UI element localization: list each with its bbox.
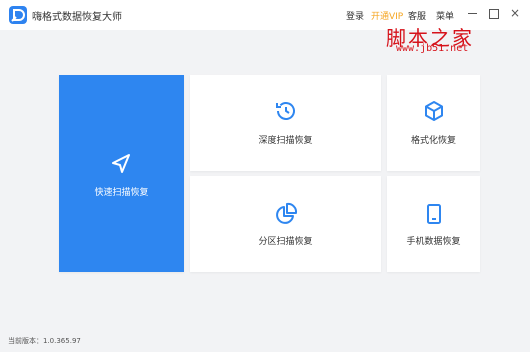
watermark-url: www.jb51.net <box>396 43 469 54</box>
phone-recovery-tile[interactable]: 手机数据恢复 <box>387 176 480 272</box>
cube-icon <box>422 99 446 127</box>
app-logo-icon <box>9 6 27 24</box>
partition-scan-tile[interactable]: 分区扫描恢复 <box>190 176 381 272</box>
maximize-button[interactable] <box>489 9 499 19</box>
deep-scan-label: 深度扫描恢复 <box>258 136 313 146</box>
customer-service-link[interactable]: 客服 <box>408 9 426 22</box>
menu-link[interactable]: 菜单 <box>436 9 454 22</box>
minimize-button[interactable] <box>468 13 477 14</box>
close-button[interactable]: × <box>510 7 520 19</box>
quick-scan-label: 快速扫描恢复 <box>94 188 149 198</box>
app-title: 嗨格式数据恢复大师 <box>32 12 122 23</box>
partition-scan-label: 分区扫描恢复 <box>258 237 313 247</box>
phone-recovery-label: 手机数据恢复 <box>406 237 461 247</box>
quick-scan-tile[interactable]: 快速扫描恢复 <box>59 75 184 272</box>
pie-chart-icon <box>274 202 298 230</box>
navigation-arrow-icon <box>109 152 133 180</box>
format-recovery-tile[interactable]: 格式化恢复 <box>387 75 480 171</box>
tablet-icon <box>422 202 446 230</box>
vip-link[interactable]: 开通VIP <box>371 9 403 22</box>
login-link[interactable]: 登录 <box>346 9 364 22</box>
version-text: 当前版本：1.0.365.97 <box>8 337 81 345</box>
deep-scan-tile[interactable]: 深度扫描恢复 <box>190 75 381 171</box>
history-icon <box>274 99 298 127</box>
format-recovery-label: 格式化恢复 <box>410 136 456 146</box>
